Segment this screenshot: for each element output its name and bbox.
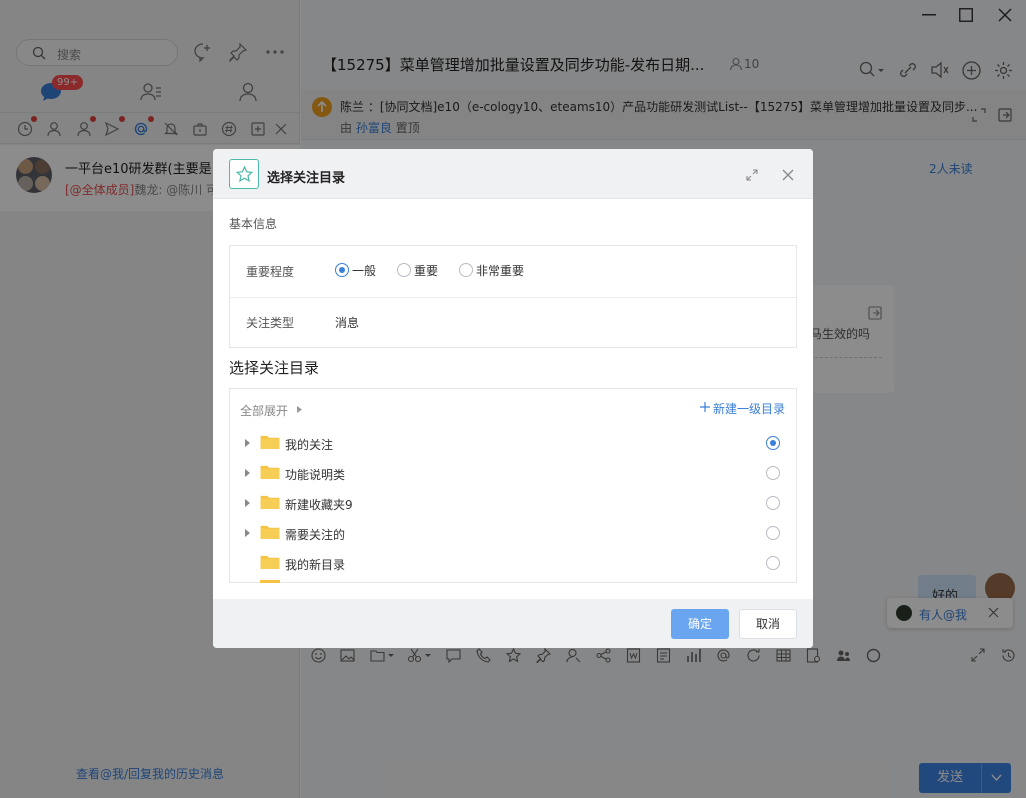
- folder-icon: [260, 495, 280, 509]
- expand-caret-icon[interactable]: [245, 499, 250, 507]
- expand-caret-icon[interactable]: [245, 469, 250, 477]
- dialog-title: 选择关注目录: [267, 171, 346, 186]
- directory-row[interactable]: 我的新目录: [230, 548, 796, 578]
- cancel-button[interactable]: 取消: [739, 609, 797, 639]
- expand-caret-icon[interactable]: [245, 529, 250, 537]
- directory-radio[interactable]: [766, 436, 780, 450]
- directory-name: 我的关注: [285, 438, 334, 452]
- expand-caret-icon[interactable]: [245, 439, 250, 447]
- directory-name: 我的新目录: [285, 558, 346, 572]
- importance-option-very-important[interactable]: 非常重要: [476, 262, 524, 279]
- directory-name: 新建收藏夹9: [285, 498, 353, 512]
- plus-icon[interactable]: [700, 402, 710, 412]
- importance-radio-important[interactable]: [397, 263, 411, 277]
- directory-radio[interactable]: [766, 556, 780, 570]
- folder-icon-partial: [260, 580, 280, 583]
- basic-info-heading: 基本信息: [229, 217, 278, 231]
- caret-right-icon: [297, 406, 302, 413]
- expand-all-toggle[interactable]: 全部展开: [240, 402, 288, 419]
- fullscreen-icon[interactable]: [746, 169, 758, 181]
- star-outline-icon: [236, 166, 253, 183]
- folder-icon: [260, 465, 280, 479]
- directory-name: 功能说明类: [285, 468, 346, 482]
- folder-icon: [260, 525, 280, 539]
- follow-directory-dialog: 选择关注目录 基本信息 重要程度 一般 重要 非常重要 关注类型 消息 选择关注…: [213, 149, 813, 648]
- importance-label: 重要程度: [246, 265, 295, 279]
- follow-type-value: 消息: [335, 316, 360, 330]
- importance-radio-very-important[interactable]: [459, 263, 473, 277]
- directory-row[interactable]: 功能说明类: [230, 458, 796, 488]
- select-directory-heading: 选择关注目录: [229, 359, 320, 377]
- directory-row[interactable]: 需要关注的: [230, 518, 796, 548]
- importance-option-important[interactable]: 重要: [414, 262, 438, 279]
- close-icon[interactable]: [782, 169, 794, 181]
- directory-radio[interactable]: [766, 466, 780, 480]
- importance-radio-normal[interactable]: [335, 263, 349, 277]
- dialog-star-badge: [229, 159, 259, 189]
- new-top-directory-link[interactable]: 新建一级目录: [713, 400, 785, 417]
- directory-radio[interactable]: [766, 496, 780, 510]
- directory-row[interactable]: 新建收藏夹9: [230, 488, 796, 518]
- importance-option-normal[interactable]: 一般: [352, 262, 376, 279]
- row-divider: [230, 297, 796, 298]
- follow-type-label: 关注类型: [246, 316, 295, 330]
- directory-row[interactable]: 我的关注: [230, 428, 796, 458]
- folder-icon: [260, 435, 280, 449]
- folder-icon: [260, 555, 280, 569]
- directory-radio[interactable]: [766, 526, 780, 540]
- confirm-button[interactable]: 确定: [671, 609, 729, 639]
- directory-name: 需要关注的: [285, 528, 346, 542]
